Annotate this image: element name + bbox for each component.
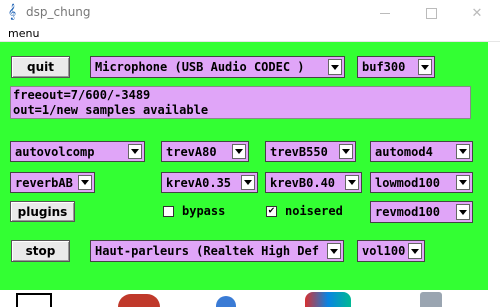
maximize-button[interactable] [408,0,454,26]
checkmark-icon[interactable]: ✔ [266,205,277,217]
menu-item[interactable]: menu [8,26,39,41]
revmod-value: revmod100 [375,205,441,219]
autovolcomp-value: autovolcomp [15,144,95,159]
kreva-value: krevA0.35 [166,175,232,190]
input-device-select[interactable]: Microphone (USB Audio CODEC ) [90,56,345,78]
revmod-select[interactable]: revmod100 [370,201,473,223]
plugins-button[interactable]: plugins [10,201,75,222]
reverb-select[interactable]: reverbAB [10,172,95,193]
output-device-select[interactable]: Haut-parleurs (Realtek High Def [90,240,344,262]
minimize-icon [380,12,390,14]
maximize-icon [425,7,437,19]
chevron-down-icon[interactable] [327,243,341,259]
buffer-select[interactable]: buf300 [357,56,435,78]
chevron-down-icon[interactable] [345,175,359,190]
bypass-label: bypass [182,204,226,218]
chevron-down-icon[interactable] [456,175,470,190]
input-device-value: Microphone (USB Audio CODEC ) [95,60,305,74]
quit-button[interactable]: quit [11,56,70,78]
desktop-icon [305,292,351,307]
treva-select[interactable]: trevA80 [161,141,249,162]
noiser-checkbox[interactable]: ✔ noisered [266,204,343,218]
chevron-down-icon[interactable] [339,144,353,159]
bypass-checkbox-box[interactable] [163,205,174,217]
krevb-select[interactable]: krevB0.40 [265,172,362,193]
window-controls: ✕ [362,0,500,26]
output-device-value: Haut-parleurs (Realtek High Def [95,244,319,258]
status-output[interactable]: freeout=7/600/-3489 out=1/new samples av… [10,86,471,119]
treva-value: trevA80 [166,144,217,159]
title-bar: 𝄞 dsp_chung ✕ [0,0,500,26]
trevb-value: trevB550 [270,144,328,159]
desktop-background [0,290,500,307]
chevron-down-icon[interactable] [456,204,470,220]
status-line-1: freeout=7/600/-3489 [13,88,151,102]
kreva-select[interactable]: krevA0.35 [161,172,258,193]
desktop-icon [216,296,236,307]
volume-value: vol100 [362,244,406,258]
lowmod-value: lowmod100 [375,175,441,190]
desktop-icon [16,293,52,307]
chevron-down-icon[interactable] [328,59,342,75]
chevron-down-icon[interactable] [232,144,246,159]
stop-button[interactable]: stop [11,240,70,262]
trevb-select[interactable]: trevB550 [265,141,356,162]
desktop-icon [118,294,160,307]
volume-select[interactable]: vol100 [357,240,425,262]
music-note-icon: 𝄞 [7,4,17,20]
chevron-down-icon[interactable] [408,243,422,259]
automod-value: automod4 [375,144,433,159]
close-button[interactable]: ✕ [454,0,500,26]
buffer-value: buf300 [362,60,406,74]
chevron-down-icon[interactable] [78,175,92,190]
close-icon: ✕ [471,5,483,21]
minimize-button[interactable] [362,0,408,26]
krevb-value: krevB0.40 [270,175,336,190]
window-title: dsp_chung [26,5,91,19]
automod-select[interactable]: automod4 [370,141,473,162]
menu-bar: menu [0,26,500,42]
reverb-value: reverbAB [15,175,73,190]
desktop-icon [420,292,442,307]
lowmod-select[interactable]: lowmod100 [370,172,473,193]
bypass-checkbox[interactable]: bypass [163,204,225,218]
autovolcomp-select[interactable]: autovolcomp [10,141,145,162]
noiser-label: noisered [285,204,343,218]
chevron-down-icon[interactable] [241,175,255,190]
chevron-down-icon[interactable] [128,144,142,159]
status-line-2: out=1/new samples available [13,103,209,117]
chevron-down-icon[interactable] [418,59,432,75]
chevron-down-icon[interactable] [456,144,470,159]
